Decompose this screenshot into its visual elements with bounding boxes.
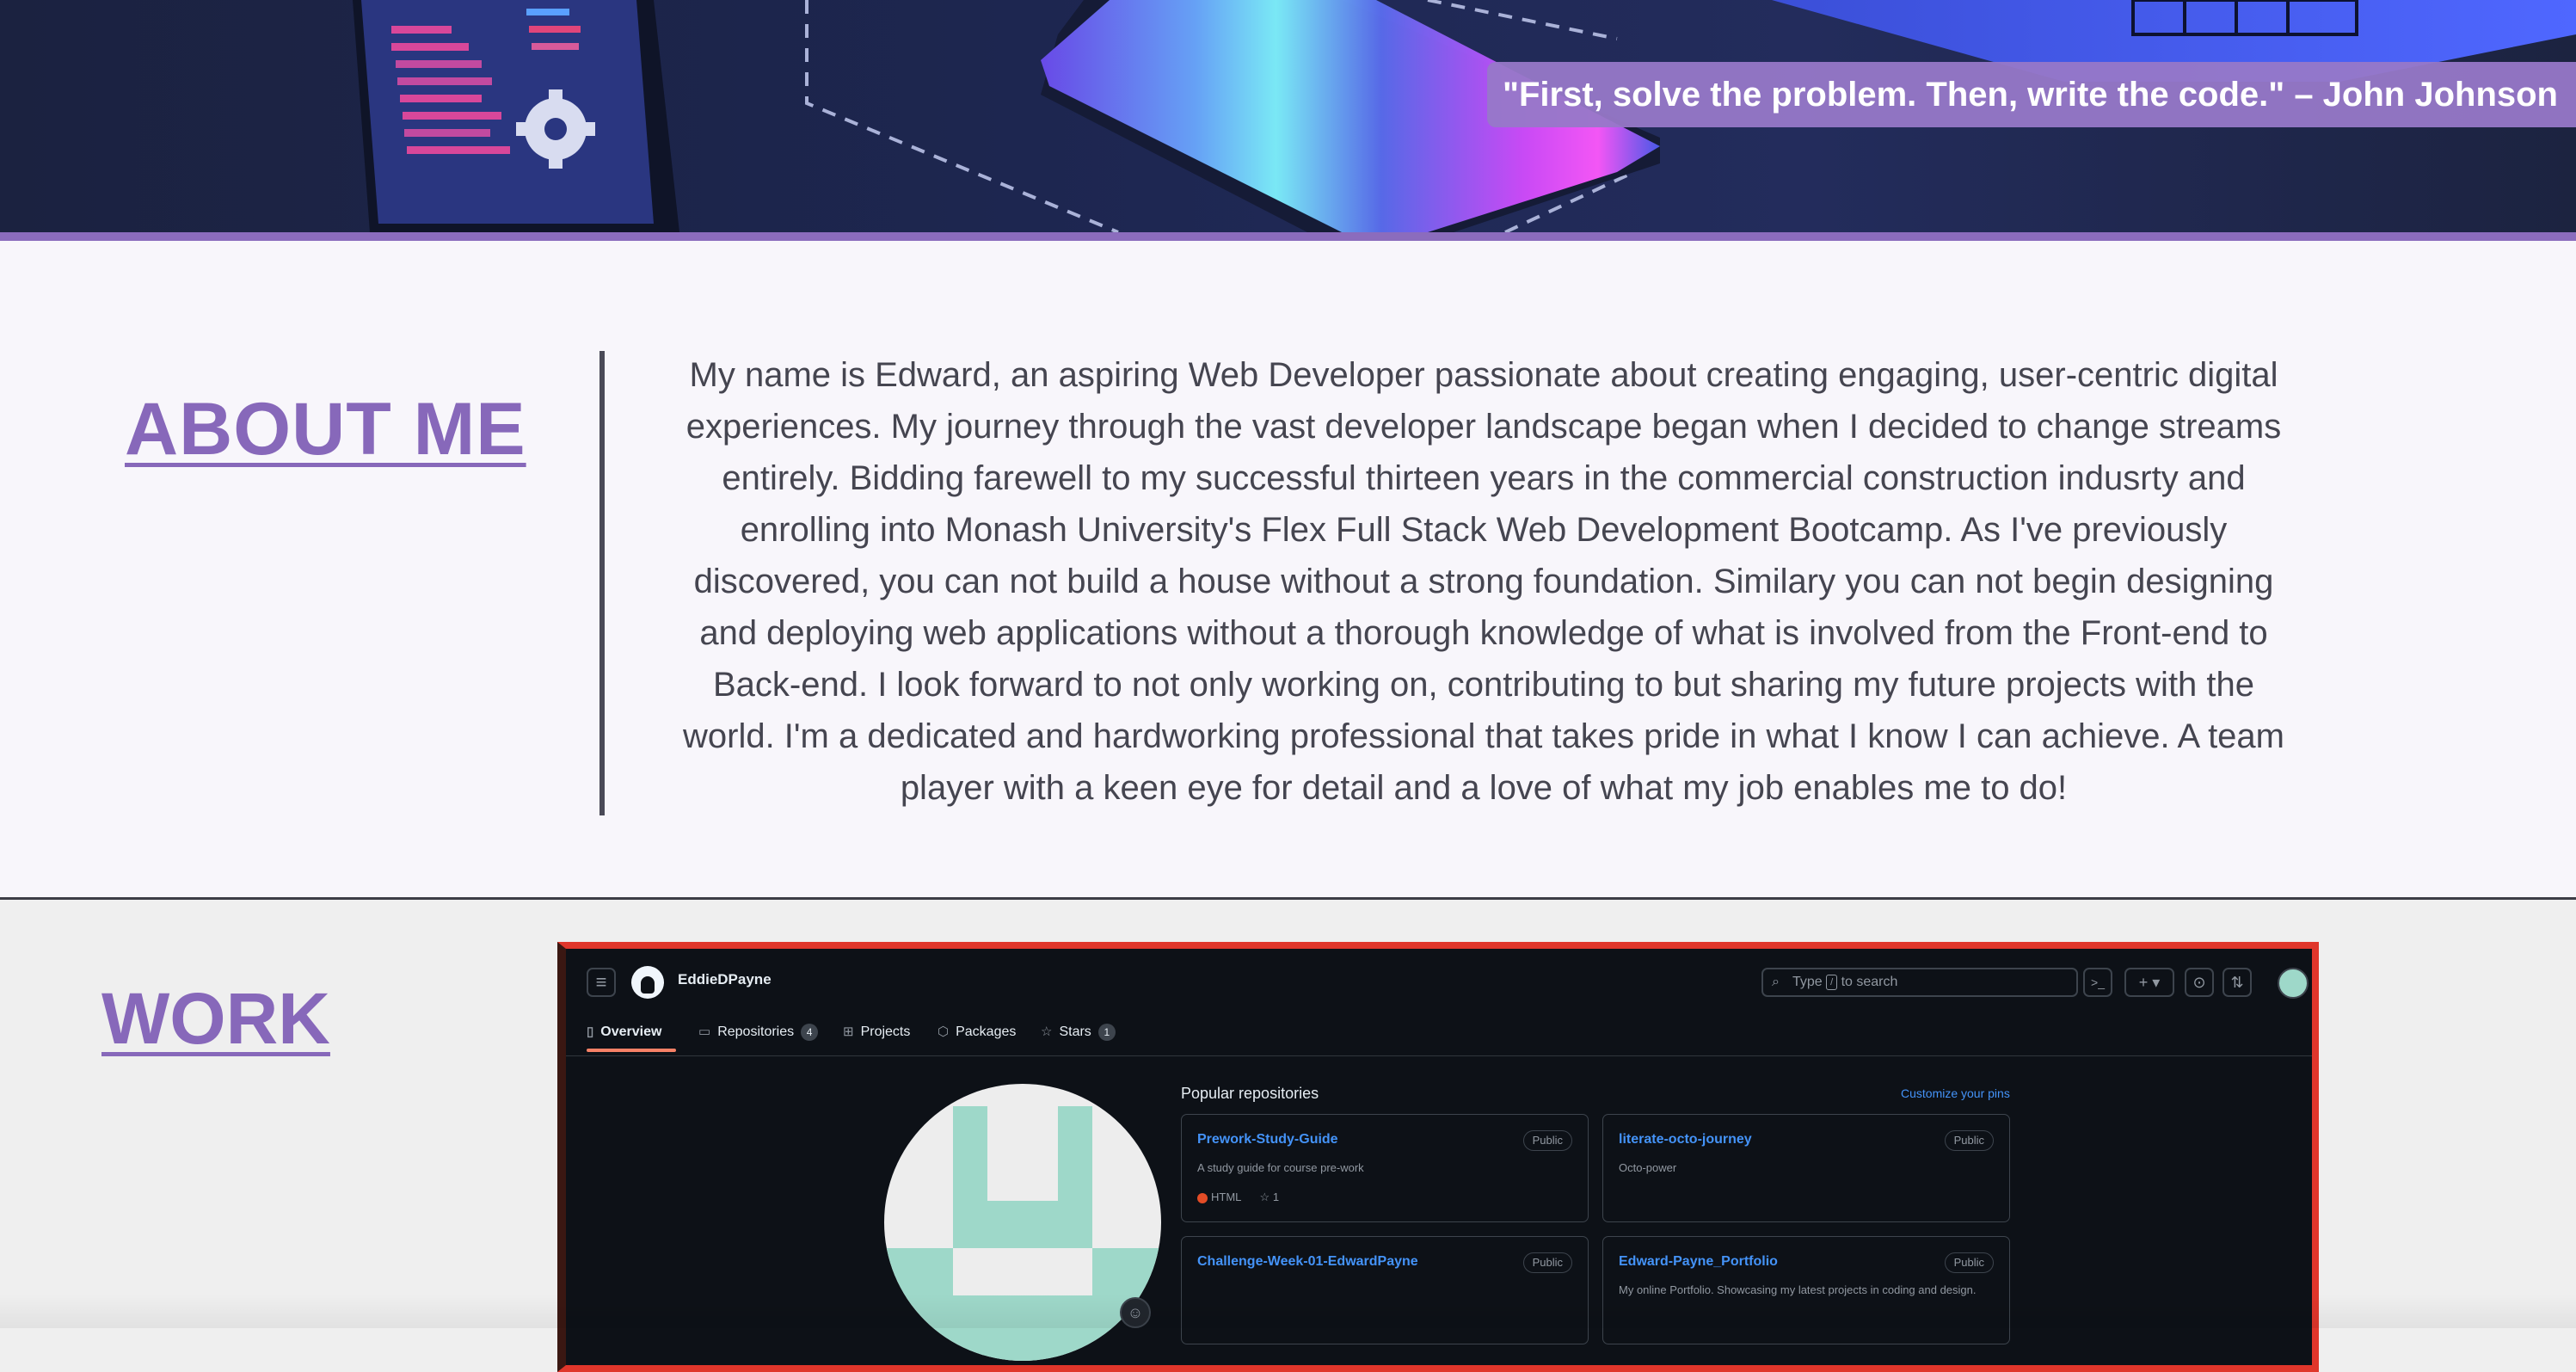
repo-name[interactable]: Edward-Payne_Portfolio [1619,1254,1778,1270]
repo-name[interactable]: literate-octo-journey [1619,1132,1752,1147]
work-section: WORK ≡ EddieDPayne ⌕ Type / to search >_… [0,900,2576,1372]
repo-description: My online Portfolio. Showcasing my lates… [1619,1283,1977,1296]
pull-requests-icon[interactable]: ⇅ [2222,968,2252,997]
repo-name[interactable]: Challenge-Week-01-EdwardPayne [1197,1254,1418,1270]
repo-card[interactable]: Prework-Study-Guide Public A study guide… [1181,1114,1589,1222]
tab-label: Projects [860,1024,911,1039]
star-icon[interactable]: ☆ [1260,1191,1270,1203]
repo-meta: HTML ☆ 1 [1197,1191,1279,1204]
avatar[interactable] [2278,968,2309,999]
count-badge: 4 [801,1023,819,1041]
about-section: ABOUT ME My name is Edward, an aspiring … [0,241,2576,898]
search-placeholder-start: Type [1792,975,1827,989]
github-username[interactable]: EddieDPayne [678,971,772,988]
tab-label: Packages [956,1024,1017,1039]
profile-identicon[interactable] [884,1084,1161,1361]
search-icon: ⌕ [1772,975,1780,989]
count-badge: 1 [1097,1023,1116,1041]
language-color-dot [1197,1192,1208,1203]
github-search-input[interactable]: ⌕ Type / to search >_ [1761,968,2112,997]
work-heading: WORK [101,978,330,1059]
repo-language: HTML [1211,1191,1241,1203]
set-status-icon[interactable]: ☺ [1120,1297,1151,1328]
repo-card[interactable]: literate-octo-journey Public Octo-power [1602,1114,2010,1222]
tab-projects[interactable]: ⊞ Projects [843,1019,910,1045]
github-profile-tabs: ▯ Overview ▭ Repositories 4 ⊞ Projects ⬡ Pack… [566,1011,2312,1056]
tab-overview[interactable]: ▯ Overview [587,1019,661,1045]
repo-description: Octo-power [1619,1161,1677,1174]
about-paragraph: My name is Edward, an aspiring Web Devel… [682,356,2284,807]
active-tab-indicator [587,1049,676,1052]
tab-repositories[interactable]: ▭ Repositories 4 [698,1019,819,1045]
package-icon: ⬡ [938,1024,950,1039]
repo-name[interactable]: Prework-Study-Guide [1197,1132,1338,1147]
repo-card[interactable]: Edward-Payne_Portfolio Public My online … [1602,1236,2010,1344]
tab-label: Stars [1059,1024,1091,1039]
tab-label: Repositories [717,1024,795,1039]
github-profile-screenshot[interactable]: ≡ EddieDPayne ⌕ Type / to search >_ + ▾ … [557,942,2319,1372]
repo-stars[interactable]: 1 [1273,1191,1279,1203]
issues-icon[interactable]: ⊙ [2185,968,2214,997]
tab-label: Overview [600,1024,662,1039]
customize-pins-link[interactable]: Customize your pins [1901,1086,2010,1100]
visibility-badge: Public [1522,1252,1572,1273]
repo-card[interactable]: Challenge-Week-01-EdwardPayne Public [1181,1236,1589,1344]
visibility-badge: Public [1522,1130,1572,1151]
table-icon: ⊞ [843,1024,854,1039]
visibility-badge: Public [1944,1130,1994,1151]
create-new-icon[interactable]: + ▾ [2124,968,2174,997]
hero-quote: "First, solve the problem. Then, write t… [1487,62,2576,127]
visibility-badge: Public [1944,1252,1994,1273]
hamburger-menu-icon[interactable]: ≡ [587,968,616,997]
github-logo-icon[interactable] [631,966,664,999]
about-vertical-divider [599,351,605,815]
about-heading: ABOUT ME [125,388,526,471]
tab-stars[interactable]: ☆ Stars 1 [1041,1019,1116,1045]
search-placeholder-end: to search [1837,975,1898,989]
search-shortcut-key: / [1826,974,1838,990]
repo-icon: ▭ [698,1024,711,1039]
tab-packages[interactable]: ⬡ Packages [938,1019,1016,1045]
book-icon: ▯ [587,1024,594,1039]
command-palette-icon[interactable]: >_ [2083,968,2112,997]
repo-description: A study guide for course pre-work [1197,1161,1364,1174]
hero-banner: "First, solve the problem. Then, write t… [0,0,2576,232]
popular-repositories-heading: Popular repositories [1181,1085,1319,1102]
hero-divider [0,232,2576,241]
star-icon: ☆ [1041,1024,1053,1039]
